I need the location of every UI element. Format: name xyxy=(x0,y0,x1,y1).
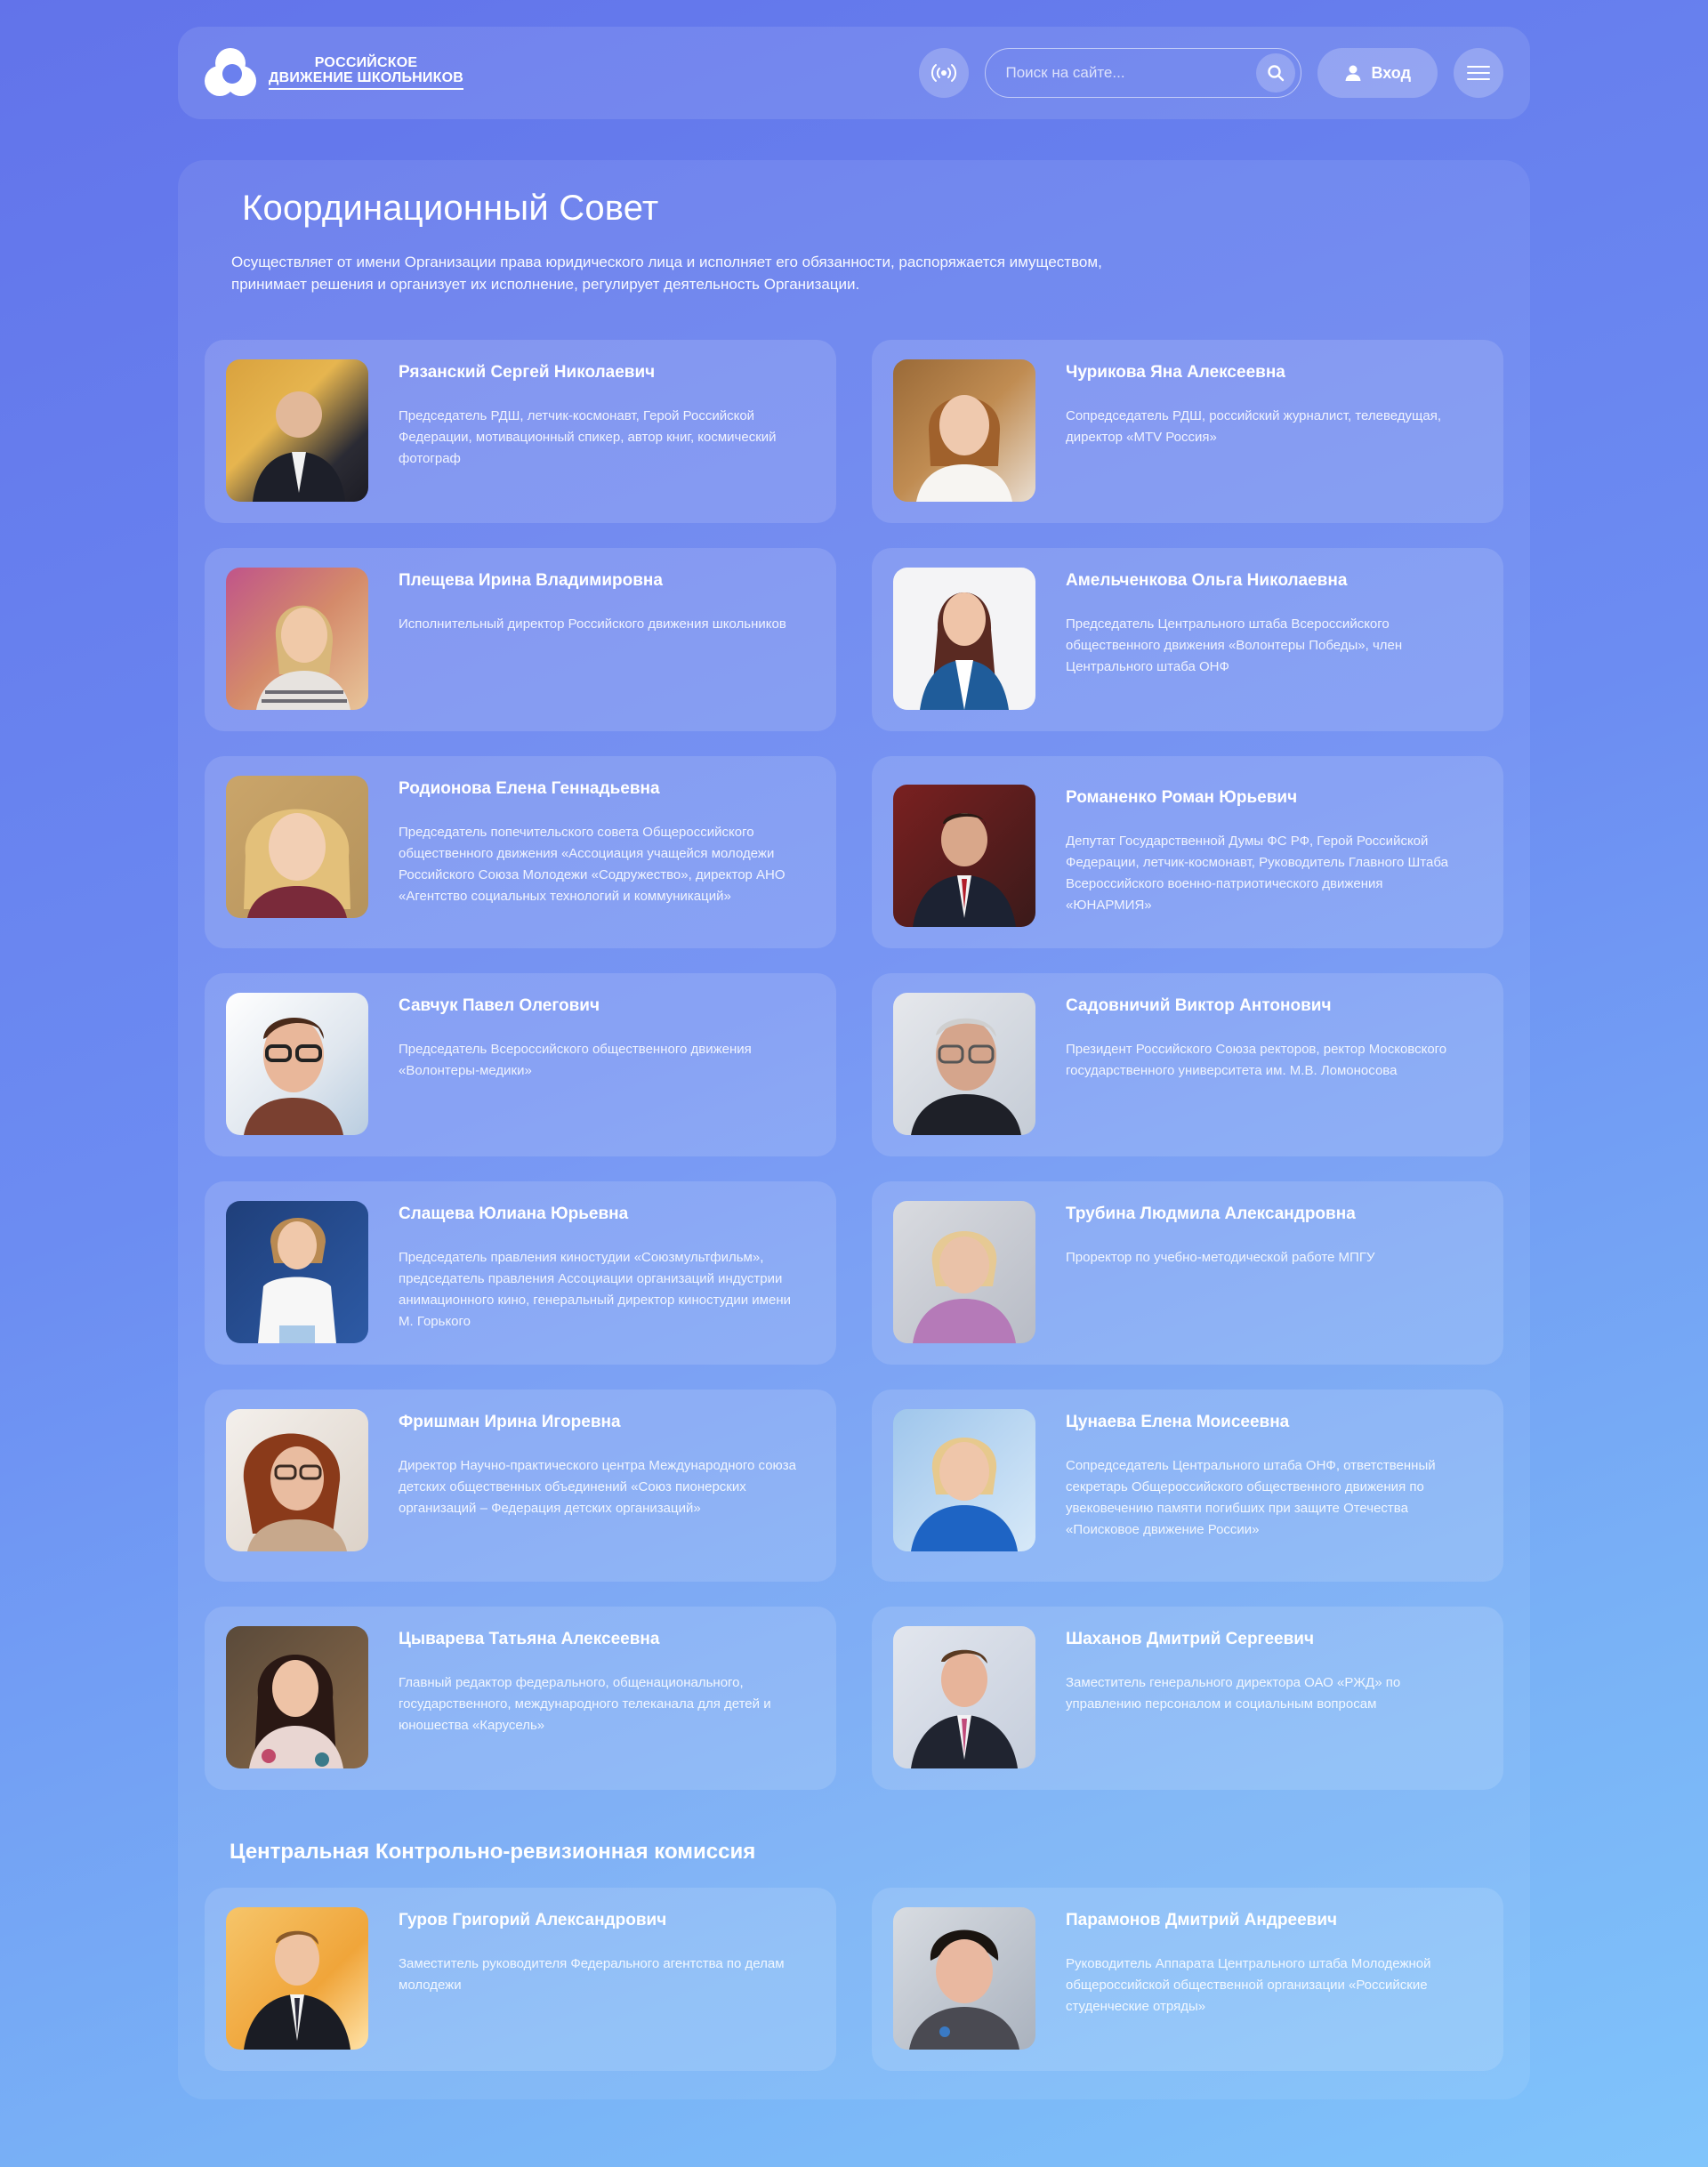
member-role: Председатель Центрального штаба Всеросси… xyxy=(1066,616,1403,674)
page-title: Координационный Совет xyxy=(242,189,659,228)
member-role: Депутат Государственной Думы ФС РФ, Геро… xyxy=(1066,834,1448,913)
member-card[interactable]: Романенко Роман Юрьевич Депутат Государс… xyxy=(872,756,1503,948)
member-card[interactable]: Цыварева Татьяна Алексеевна Главный реда… xyxy=(205,1607,836,1790)
menu-button[interactable] xyxy=(1454,48,1503,98)
member-card[interactable]: Рязанский Сергей Николаевич Председатель… xyxy=(205,340,836,523)
member-card[interactable]: Плещева Ирина Владимировна Исполнительны… xyxy=(205,548,836,731)
member-name: Гуров Григорий Александрович xyxy=(399,1911,667,1929)
member-role: Сопредседатель РДШ, российский журналист… xyxy=(1066,408,1441,445)
member-role: Председатель РДШ, летчик-космонавт, Геро… xyxy=(399,408,777,466)
logo-line-2: ДВИЖЕНИЕ ШКОЛЬНИКОВ xyxy=(269,70,463,91)
section-title: Центральная Контрольно-ревизионная комис… xyxy=(230,1840,756,1864)
member-name: Цунаева Елена Моисеевна xyxy=(1066,1413,1290,1431)
member-name: Садовничий Виктор Антонович xyxy=(1066,996,1332,1015)
site-header: РОССИЙСКОЕ ДВИЖЕНИЕ ШКОЛЬНИКОВ Поиск на … xyxy=(178,27,1530,119)
member-name: Родионова Елена Геннадьевна xyxy=(399,779,660,798)
member-card[interactable]: Парамонов Дмитрий Андреевич Руководитель… xyxy=(872,1888,1503,2071)
member-card[interactable]: Гуров Григорий Александрович Заместитель… xyxy=(205,1888,836,2071)
member-role: Председатель попечительского совета Обще… xyxy=(399,825,786,904)
login-button[interactable]: Вход xyxy=(1317,48,1438,98)
member-name: Чурикова Яна Алексеевна xyxy=(1066,363,1285,382)
member-photo xyxy=(226,776,368,918)
member-name: Савчук Павел Олегович xyxy=(399,996,600,1015)
broadcast-button[interactable] xyxy=(919,48,970,98)
member-role: Заместитель руководителя Федерального аг… xyxy=(399,1956,785,1993)
member-photo xyxy=(226,1201,368,1343)
search-input[interactable] xyxy=(1005,64,1257,82)
member-photo xyxy=(893,359,1035,502)
menu-icon xyxy=(1467,66,1490,80)
member-photo xyxy=(226,1626,368,1768)
member-name: Амельченкова Ольга Николаевна xyxy=(1066,571,1348,590)
member-name: Романенко Роман Юрьевич xyxy=(1066,788,1298,807)
member-role: Сопредседатель Центрального штаба ОНФ, о… xyxy=(1066,1458,1436,1537)
member-role: Председатель правления киностудии «Союзм… xyxy=(399,1250,791,1329)
member-photo xyxy=(893,1201,1035,1343)
member-name: Шаханов Дмитрий Сергеевич xyxy=(1066,1630,1314,1648)
member-photo xyxy=(226,1907,368,2050)
member-role: Президент Российского Союза ректоров, ре… xyxy=(1066,1042,1447,1078)
member-card[interactable]: Садовничий Виктор Антонович Президент Ро… xyxy=(872,973,1503,1156)
search-button[interactable] xyxy=(1256,53,1296,93)
site-logo[interactable]: РОССИЙСКОЕ ДВИЖЕНИЕ ШКОЛЬНИКОВ xyxy=(205,46,463,100)
member-name: Цыварева Татьяна Алексеевна xyxy=(399,1630,660,1648)
member-card[interactable]: Фришман Ирина Игоревна Директор Научно-п… xyxy=(205,1390,836,1582)
search-icon xyxy=(1268,65,1285,82)
member-card[interactable]: Шаханов Дмитрий Сергеевич Заместитель ге… xyxy=(872,1607,1503,1790)
member-photo xyxy=(893,1907,1035,2050)
member-card[interactable]: Трубина Людмила Александровна Проректор … xyxy=(872,1181,1503,1365)
member-photo xyxy=(893,1409,1035,1551)
member-name: Фришман Ирина Игоревна xyxy=(399,1413,621,1431)
member-role: Председатель Всероссийского общественног… xyxy=(399,1042,752,1078)
member-photo xyxy=(893,1626,1035,1768)
member-card[interactable]: Савчук Павел Олегович Председатель Всеро… xyxy=(205,973,836,1156)
user-icon xyxy=(1345,65,1361,81)
member-role: Руководитель Аппарата Центрального штаба… xyxy=(1066,1956,1431,2014)
member-photo xyxy=(893,785,1035,927)
member-photo xyxy=(226,1409,368,1551)
member-name: Слащева Юлиана Юрьевна xyxy=(399,1204,629,1223)
member-name: Рязанский Сергей Николаевич xyxy=(399,363,656,382)
member-role: Исполнительный директор Российского движ… xyxy=(399,616,786,632)
member-photo xyxy=(893,993,1035,1135)
member-role: Главный редактор федерального, общенацио… xyxy=(399,1675,771,1733)
member-card[interactable]: Чурикова Яна Алексеевна Сопредседатель Р… xyxy=(872,340,1503,523)
member-photo xyxy=(226,993,368,1135)
member-card[interactable]: Амельченкова Ольга Николаевна Председате… xyxy=(872,548,1503,731)
member-role: Проректор по учебно-методической работе … xyxy=(1066,1250,1375,1265)
search-box xyxy=(985,48,1302,98)
member-photo xyxy=(893,568,1035,710)
member-card[interactable]: Цунаева Елена Моисеевна Сопредседатель Ц… xyxy=(872,1390,1503,1582)
member-role: Директор Научно-практического центра Меж… xyxy=(399,1458,797,1516)
member-role: Заместитель генерального директора ОАО «… xyxy=(1066,1675,1401,1712)
logo-line-1: РОССИЙСКОЕ xyxy=(314,54,418,70)
logo-icon xyxy=(205,46,258,100)
member-photo xyxy=(226,568,368,710)
member-photo xyxy=(226,359,368,502)
member-card[interactable]: Родионова Елена Геннадьевна Председатель… xyxy=(205,756,836,948)
page-description: Осуществляет от имени Организации права … xyxy=(231,254,1102,293)
member-name: Трубина Людмила Александровна xyxy=(1066,1204,1356,1223)
content-panel: Координационный Совет Осуществляет от им… xyxy=(178,160,1530,2099)
member-card[interactable]: Слащева Юлиана Юрьевна Председатель прав… xyxy=(205,1181,836,1365)
member-name: Плещева Ирина Владимировна xyxy=(399,571,663,590)
member-name: Парамонов Дмитрий Андреевич xyxy=(1066,1911,1338,1929)
login-label: Вход xyxy=(1371,63,1411,82)
broadcast-icon xyxy=(931,64,957,82)
